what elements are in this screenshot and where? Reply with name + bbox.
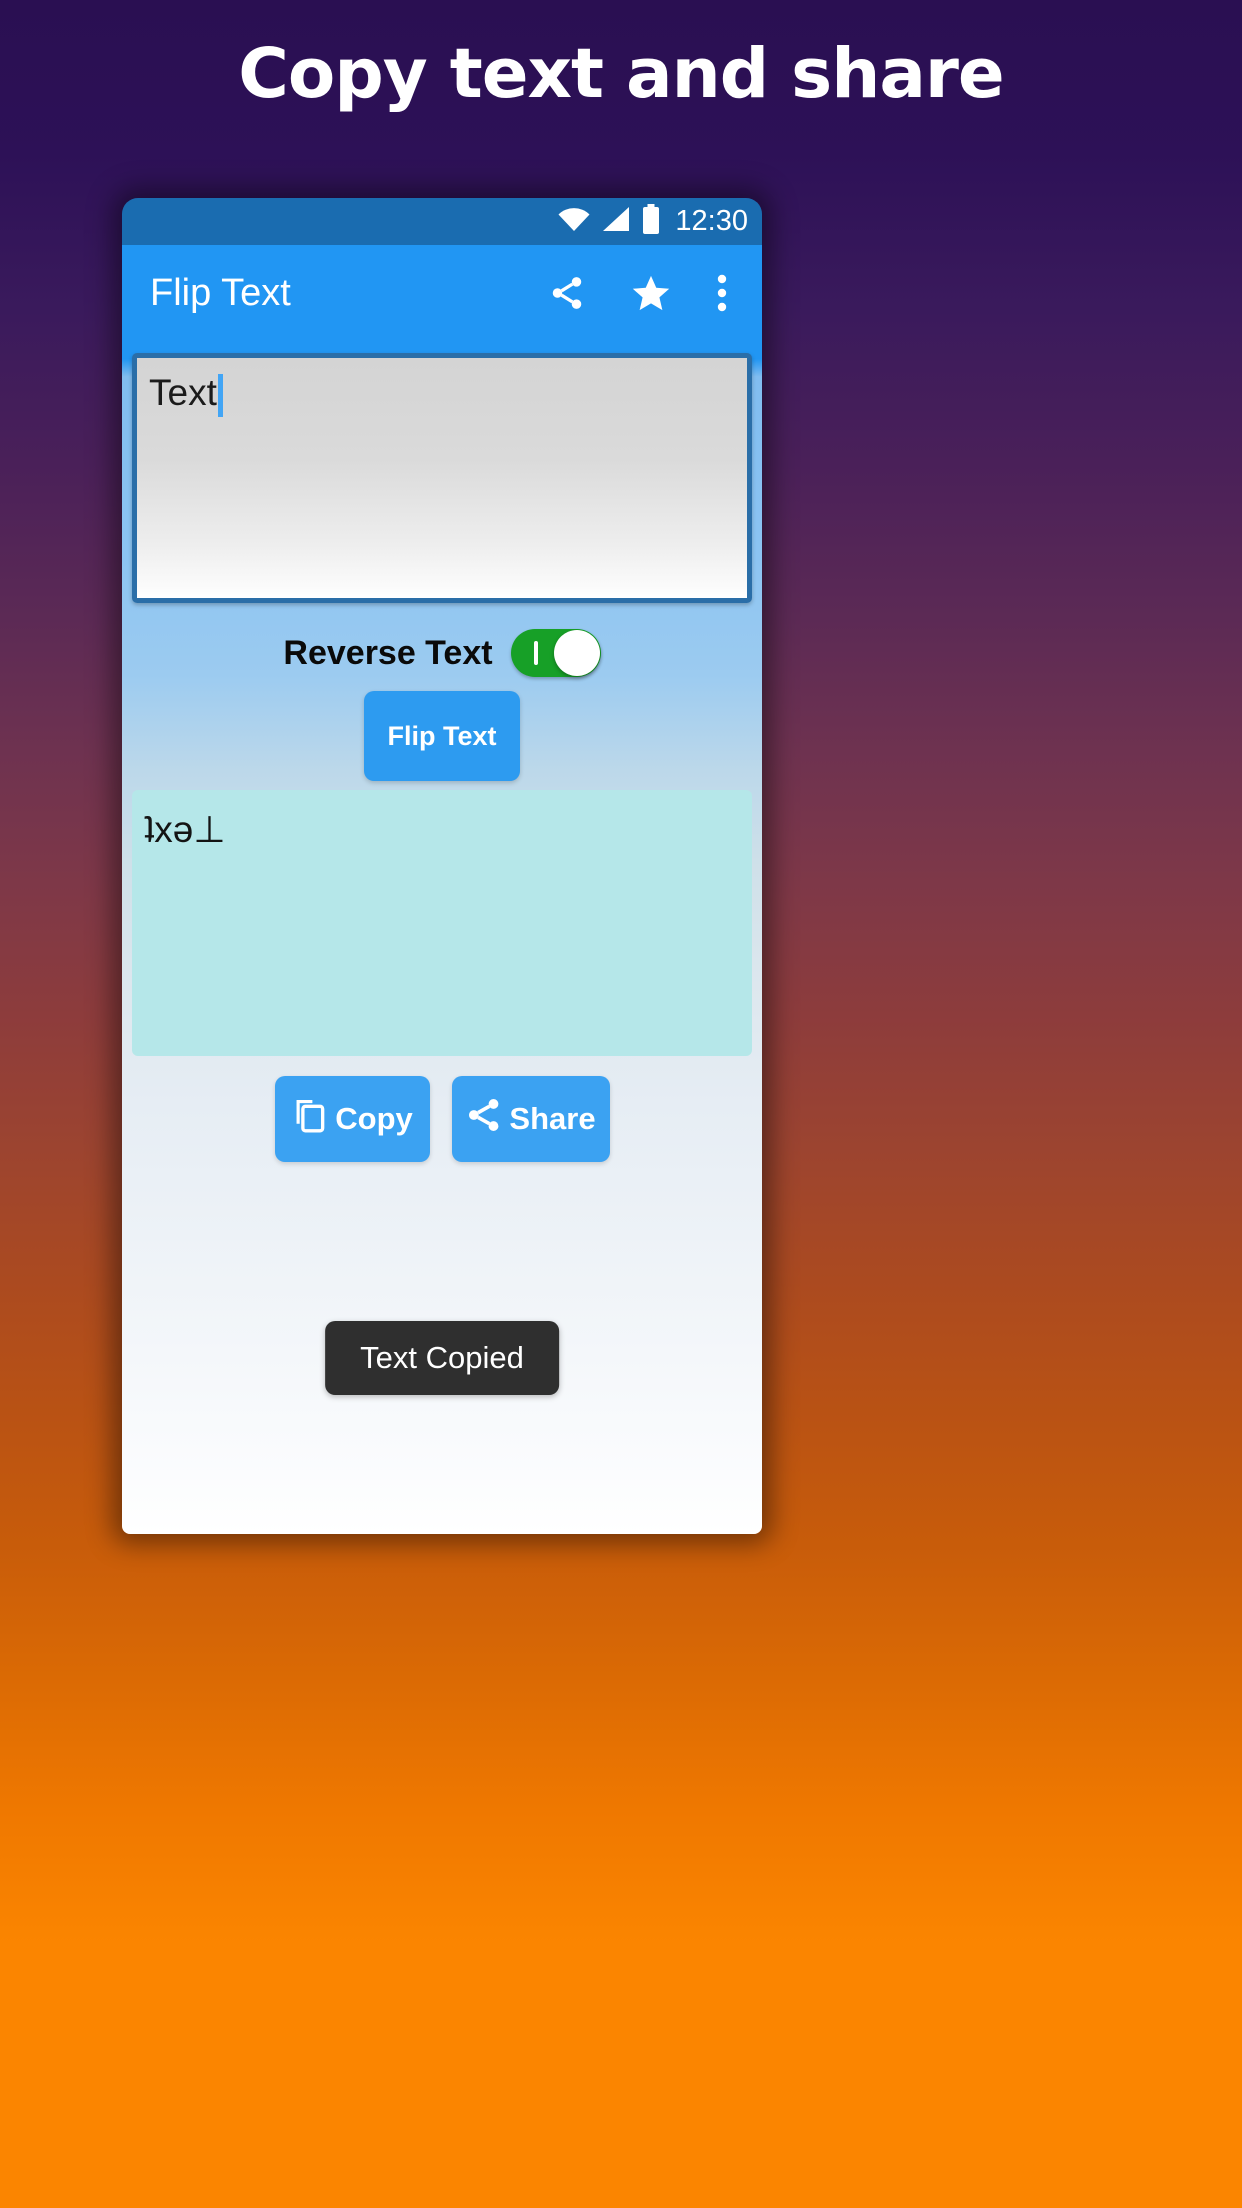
app-bar-actions xyxy=(548,272,728,314)
battery-icon xyxy=(641,204,661,239)
text-caret xyxy=(217,374,223,417)
text-input-content: Text xyxy=(149,372,223,417)
copy-icon xyxy=(291,1096,329,1142)
copy-button[interactable]: Copy xyxy=(274,1076,430,1162)
promo-headline: Copy text and share xyxy=(238,34,1004,114)
share-icon xyxy=(465,1096,503,1142)
status-bar-time: 12:30 xyxy=(675,205,748,237)
status-bar: 12:30 xyxy=(122,198,762,245)
reverse-text-row: Reverse Text xyxy=(122,629,762,677)
phone-mockup: 12:30 Flip Text Text Reverse Text Flip T… xyxy=(122,198,762,1534)
wifi-icon xyxy=(557,206,591,237)
action-button-row: Copy Share xyxy=(122,1076,762,1162)
app-title: Flip Text xyxy=(150,271,291,314)
reverse-text-toggle[interactable] xyxy=(510,629,601,677)
overflow-menu-icon[interactable] xyxy=(716,272,728,314)
toast-message: Text Copied xyxy=(325,1321,559,1395)
flipped-output-field[interactable]: ʇxǝ⊥ xyxy=(132,790,752,1056)
text-input-value: Text xyxy=(149,372,217,413)
toggle-bar-icon xyxy=(533,641,538,665)
signal-icon xyxy=(601,206,631,237)
share-button-label: Share xyxy=(509,1101,596,1136)
app-bar: Flip Text xyxy=(122,245,762,341)
star-icon[interactable] xyxy=(630,272,672,314)
copy-button-label: Copy xyxy=(335,1101,413,1136)
app-screen: Text Reverse Text Flip Text ʇxǝ⊥ Copy Sh… xyxy=(122,341,762,1534)
flip-text-button[interactable]: Flip Text xyxy=(364,691,520,781)
reverse-text-label: Reverse Text xyxy=(283,633,493,672)
toggle-knob xyxy=(553,630,600,676)
share-button[interactable]: Share xyxy=(451,1076,610,1162)
flipped-output-value: ʇxǝ⊥ xyxy=(144,809,226,850)
text-input-field[interactable]: Text xyxy=(132,353,752,603)
share-icon[interactable] xyxy=(548,274,586,312)
